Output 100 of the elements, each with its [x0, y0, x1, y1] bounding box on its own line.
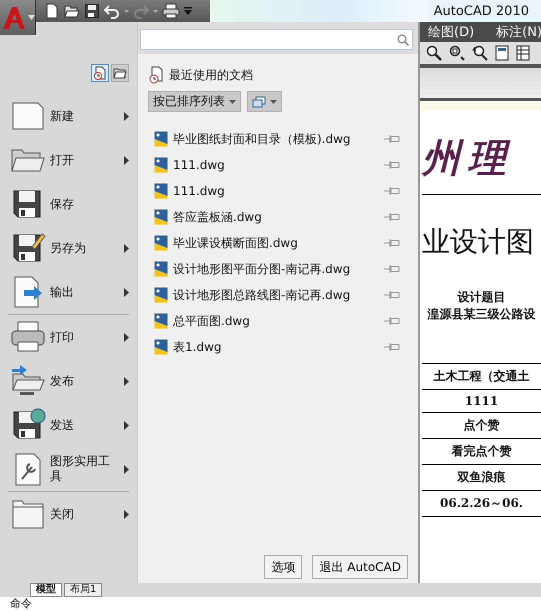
- grid-panel-icon[interactable]: [516, 45, 530, 61]
- drawing-text: 土木工程（交通土: [422, 363, 541, 390]
- pin-icon[interactable]: [384, 186, 400, 196]
- menu-item-label: 发布: [50, 374, 75, 388]
- zoom-window-icon[interactable]: [449, 45, 465, 61]
- display-dropdown[interactable]: [247, 91, 282, 112]
- caret-icon: [229, 100, 236, 104]
- recent-documents-toggle[interactable]: [91, 64, 109, 82]
- recent-file-item[interactable]: 111.dwg: [148, 152, 408, 178]
- drawing-file-icon: [154, 339, 168, 355]
- pin-icon[interactable]: [384, 160, 400, 170]
- menu-item[interactable]: 打开: [0, 138, 137, 182]
- search-field[interactable]: [140, 29, 413, 50]
- menu-item[interactable]: 保存: [0, 182, 137, 226]
- recent-file-item[interactable]: 表1.dwg: [148, 334, 408, 360]
- menu-item[interactable]: 输出: [0, 270, 137, 314]
- layout-tab[interactable]: 布局1: [64, 583, 102, 597]
- file-name: 总平面图.dwg: [173, 312, 251, 330]
- caret-icon: [28, 15, 34, 20]
- recent-document-icon: [148, 66, 164, 84]
- recent-file-item[interactable]: 111.dwg: [148, 178, 408, 204]
- exit-button[interactable]: 退出 AutoCAD: [312, 555, 408, 579]
- menu-item-label: 输出: [50, 284, 75, 300]
- menu-item-label: 打开: [50, 152, 75, 168]
- pin-icon[interactable]: [384, 238, 400, 248]
- file-name: 毕业课设横断面图.dwg: [173, 234, 299, 252]
- drawing-file-icon: [154, 235, 168, 251]
- open-folder-icon[interactable]: [64, 3, 80, 19]
- menu-item[interactable]: 发布: [0, 359, 137, 403]
- zoom-previous-icon[interactable]: [472, 45, 488, 61]
- pin-icon[interactable]: [384, 342, 400, 352]
- file-name: 毕业图纸封面和目录（模板).dwg: [173, 130, 352, 148]
- menu-item[interactable]: 关闭: [0, 492, 137, 536]
- drawing-text: 湟源县某三级公路设: [426, 306, 536, 323]
- options-button[interactable]: 选项: [264, 555, 302, 579]
- new-file-icon[interactable]: [44, 3, 60, 19]
- menu-item[interactable]: 发送: [0, 403, 137, 447]
- file-name: 111.dwg: [173, 184, 226, 198]
- drawing-text: 06.2.26～06.: [422, 491, 541, 517]
- menu-item-label: 另存为: [50, 240, 87, 256]
- menu-item-label: 关闭: [50, 506, 75, 522]
- section-heading: 最近使用的文档: [169, 66, 253, 84]
- save-icon[interactable]: [84, 3, 100, 19]
- drawing-file-icon: [154, 287, 168, 303]
- pin-icon[interactable]: [384, 212, 400, 222]
- properties-icon[interactable]: [495, 45, 509, 61]
- drawing-file-icon: [154, 209, 168, 225]
- menu-item-label: 新建: [50, 108, 75, 124]
- drawing-file-icon: [154, 261, 168, 277]
- recent-file-item[interactable]: 毕业图纸封面和目录（模板).dwg: [148, 126, 408, 152]
- menu-item[interactable]: 图形实用工具: [0, 447, 137, 491]
- printer-icon: [10, 320, 46, 354]
- customize-dropdown-icon[interactable]: [184, 7, 192, 15]
- recent-file-item[interactable]: 设计地形图总路线图-南记再.dwg: [148, 282, 408, 308]
- drawing-text: 设计题目: [456, 289, 506, 306]
- menu-item-label: 打印: [50, 330, 75, 344]
- pin-icon[interactable]: [384, 316, 400, 326]
- window-title: AutoCAD 2010: [432, 4, 530, 18]
- undo-icon[interactable]: [104, 3, 120, 19]
- application-menu-button[interactable]: [0, 0, 36, 35]
- open-documents-toggle[interactable]: [111, 64, 129, 82]
- caret-icon[interactable]: [124, 10, 129, 12]
- zoom-icon[interactable]: [426, 45, 442, 61]
- drawing-text: 点个赞: [422, 413, 541, 439]
- menu-item[interactable]: 打印: [0, 315, 137, 359]
- search-icon: [397, 34, 409, 46]
- printer-icon[interactable]: [162, 3, 180, 19]
- drawing-file-icon: [154, 313, 168, 329]
- recent-file-item[interactable]: 毕业课设横断面图.dwg: [148, 230, 408, 256]
- file-name: 设计地形图平面分图-南记再.dwg: [173, 260, 352, 278]
- recent-file-item[interactable]: 答应盖板涵.dwg: [148, 204, 408, 230]
- recent-file-item[interactable]: 总平面图.dwg: [148, 308, 408, 334]
- menu-bar-item[interactable]: 标注(N): [496, 23, 541, 41]
- pin-icon[interactable]: [384, 290, 400, 300]
- caret-icon: [270, 100, 277, 104]
- caret-icon[interactable]: [153, 10, 158, 12]
- drawing-text: 州理: [422, 133, 541, 195]
- file-name: 设计地形图总路线图-南记再.dwg: [173, 286, 352, 304]
- sort-dropdown[interactable]: 按已排序列表: [148, 91, 241, 112]
- drawing-text: 双鱼浪痕: [422, 465, 541, 491]
- drawing-file-icon: [154, 131, 168, 147]
- drawing-file-icon: [154, 183, 168, 199]
- file-name: 答应盖板涵.dwg: [173, 208, 263, 226]
- windows-icon: [252, 96, 266, 108]
- menu-item[interactable]: 新建: [0, 94, 137, 138]
- file-name: 111.dwg: [173, 158, 226, 172]
- menu-item[interactable]: 另存为: [0, 226, 137, 270]
- menu-bar-item[interactable]: 绘图(D): [428, 23, 474, 41]
- menu-item-label: 保存: [50, 196, 75, 212]
- pin-icon[interactable]: [384, 134, 400, 144]
- file-name: 表1.dwg: [173, 338, 222, 356]
- menu-item-label: 发送: [50, 418, 75, 432]
- command-line-prompt: 命令: [10, 597, 32, 610]
- layout-tab[interactable]: 模型: [30, 583, 62, 597]
- letter-a-logo-icon: [0, 4, 26, 30]
- folder-arrow-icon: [10, 364, 46, 398]
- recent-file-item[interactable]: 设计地形图平面分图-南记再.dwg: [148, 256, 408, 282]
- drawing-text: 业设计图: [422, 224, 534, 260]
- pin-icon[interactable]: [384, 264, 400, 274]
- menu-item-label: 图形实用工具: [50, 454, 111, 484]
